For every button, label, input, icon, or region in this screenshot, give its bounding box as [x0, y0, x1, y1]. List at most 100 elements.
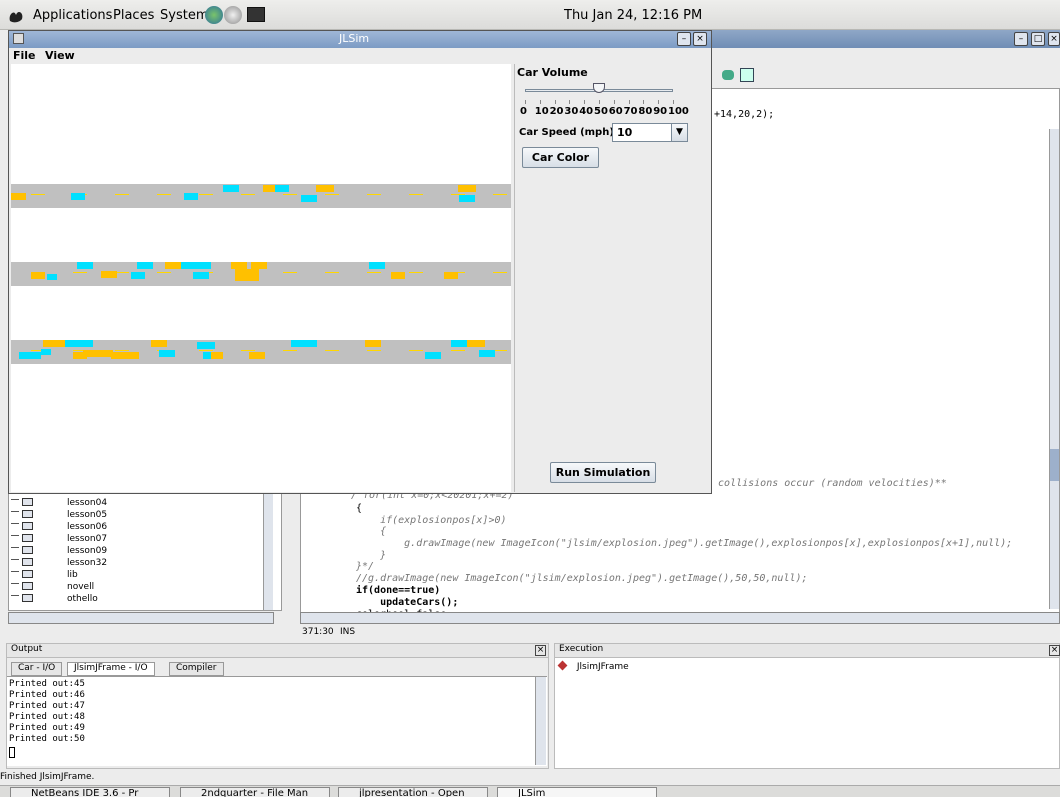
lane-marking: [367, 272, 381, 273]
clock[interactable]: Thu Jan 24, 12:16 PM: [564, 8, 702, 23]
tree-vertical-scrollbar[interactable]: [263, 494, 273, 610]
project-tree[interactable]: lesson04 lesson05 lesson06 lesson07 less…: [8, 493, 282, 611]
mail-launcher-icon[interactable]: [224, 6, 242, 24]
execution-item[interactable]: JlsimJFrame: [557, 660, 629, 672]
lane-marking: [325, 194, 339, 195]
lane-marking: [367, 194, 381, 195]
lane-marking: [493, 272, 507, 273]
volume-tick-mark: [539, 100, 541, 104]
car: [71, 193, 85, 200]
lane-marking: [283, 194, 297, 195]
car: [137, 262, 153, 269]
folder-icon: [22, 582, 33, 590]
car: [458, 185, 476, 192]
volume-tick-mark: [658, 100, 660, 104]
tree-item-lesson09[interactable]: lesson09: [11, 546, 107, 556]
car: [467, 340, 485, 347]
system-menu[interactable]: System: [160, 8, 208, 23]
folder-icon: [22, 570, 33, 578]
car: [159, 350, 175, 357]
output-tab-car-io[interactable]: Car - I/O: [11, 662, 63, 676]
car: [193, 272, 209, 279]
minimize-icon[interactable]: –: [1014, 32, 1028, 46]
tree-item-lesson04[interactable]: lesson04: [11, 498, 107, 508]
netbeans-titlebar: [700, 30, 1060, 48]
output-text-area[interactable]: Printed out:45 Printed out:46 Printed ou…: [7, 676, 547, 766]
car: [235, 269, 259, 281]
menu-file[interactable]: File: [13, 49, 36, 62]
volume-tick-mark: [628, 100, 630, 104]
text-cursor: [9, 747, 15, 758]
volume-tick-mark: [599, 100, 600, 104]
browser-launcher-icon[interactable]: [205, 6, 223, 24]
editor-vertical-scrollbar[interactable]: [1049, 129, 1059, 609]
task-netbeans[interactable]: NetBeans IDE 3.6 - Pr: [10, 787, 170, 797]
tree-item-lesson06[interactable]: lesson06: [11, 522, 107, 532]
lane-marking: [367, 350, 381, 351]
tree-item-lib[interactable]: lib: [11, 570, 78, 580]
execution-item-label: JlsimJFrame: [576, 662, 629, 672]
editor-horizontal-scrollbar[interactable]: [300, 612, 1060, 624]
tree-item-novell[interactable]: novell: [11, 582, 95, 592]
run-simulation-button[interactable]: Run Simulation: [550, 462, 656, 483]
car-volume-slider[interactable]: [525, 83, 673, 94]
applications-menu[interactable]: Applications: [33, 8, 112, 23]
car-color-button[interactable]: Car Color: [522, 147, 599, 168]
car: [301, 195, 317, 202]
folder-icon: [22, 522, 33, 530]
task-jlsim[interactable]: JLSim: [497, 787, 657, 797]
jlsim-window: JLSim – × File View Car Volume 0 10 20 30 40…: [8, 30, 712, 494]
close-icon[interactable]: ×: [1048, 32, 1060, 46]
jlsim-close-icon[interactable]: ×: [693, 32, 707, 46]
tree-item-label: lesson07: [67, 534, 108, 544]
output-vertical-scrollbar[interactable]: [535, 677, 546, 765]
lane-marking: [325, 350, 339, 351]
output-line: Printed out:50: [9, 734, 85, 744]
car: [101, 271, 117, 278]
tree-horizontal-scrollbar[interactable]: [8, 612, 274, 624]
editor-scroll-thumb[interactable]: [1050, 449, 1059, 481]
toolbar-window-icon[interactable]: [740, 68, 754, 82]
car: [451, 340, 467, 347]
car: [31, 272, 45, 279]
tree-item-lesson07[interactable]: lesson07: [11, 534, 108, 544]
task-presentation[interactable]: jlpresentation - Open: [338, 787, 488, 797]
tree-item-lesson32[interactable]: lesson32: [11, 558, 107, 568]
maximize-icon[interactable]: □: [1031, 32, 1045, 46]
lane-marking: [409, 194, 423, 195]
gnome-foot-icon[interactable]: [6, 5, 26, 25]
places-menu[interactable]: Places: [113, 8, 154, 23]
code-line: updateCars();: [356, 597, 459, 608]
tree-item-lesson05[interactable]: lesson05: [11, 510, 107, 520]
output-tab-jlsimjframe-io[interactable]: JlsimJFrame - I/O: [67, 662, 155, 676]
car: [425, 352, 441, 359]
lane-marking: [241, 194, 255, 195]
chevron-down-icon[interactable]: ▼: [671, 124, 687, 141]
car: [459, 195, 475, 202]
execution-close-icon[interactable]: ×: [1049, 645, 1060, 656]
car: [291, 340, 317, 347]
lane-marking: [283, 272, 297, 273]
car: [369, 262, 385, 269]
car-speed-select[interactable]: 10 ▼: [612, 123, 688, 142]
toolbar-run-icon[interactable]: [722, 70, 734, 80]
jlsim-minimize-icon[interactable]: –: [677, 32, 691, 46]
simulation-canvas[interactable]: [11, 64, 511, 492]
car: [365, 340, 381, 347]
volume-tick-label: 40: [579, 106, 594, 117]
tree-item-label: novell: [67, 582, 95, 592]
menu-view[interactable]: View: [45, 49, 75, 62]
execution-header: Execution: [555, 644, 1059, 658]
tree-item-othello[interactable]: othello: [11, 594, 98, 604]
car: [211, 352, 223, 359]
terminal-launcher-icon[interactable]: [247, 7, 265, 22]
car: [65, 340, 93, 347]
lane-marking: [115, 194, 129, 195]
volume-tick-mark: [554, 100, 556, 104]
output-close-icon[interactable]: ×: [535, 645, 546, 656]
output-tab-compiler[interactable]: Compiler: [169, 662, 224, 676]
task-file-manager[interactable]: 2ndquarter - File Man: [180, 787, 330, 797]
jlsim-titlebar[interactable]: JLSim – ×: [9, 31, 711, 48]
lane-marking: [241, 350, 255, 351]
code-line: if(explosionpos[x]>0): [356, 515, 507, 526]
